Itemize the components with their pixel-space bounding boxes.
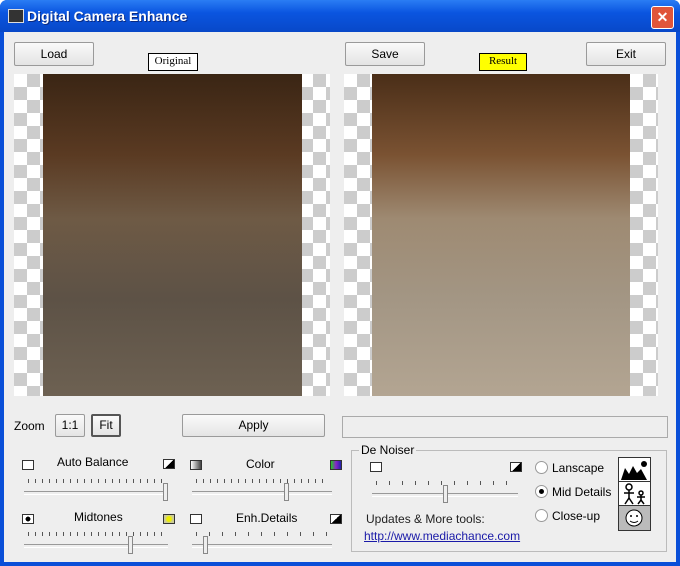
people-icon — [618, 481, 651, 507]
slider-track — [192, 544, 332, 548]
zoom-label: Zoom — [14, 419, 45, 433]
auto-balance-label: Auto Balance — [57, 455, 129, 469]
color-label: Color — [246, 457, 275, 471]
original-label: Original — [148, 53, 198, 71]
denoise-high-icon — [510, 462, 522, 472]
mid-details-radio[interactable] — [535, 485, 548, 498]
mediachance-link[interactable]: http://www.mediachance.com — [364, 529, 520, 543]
face-icon — [618, 505, 651, 531]
low-detail-icon — [190, 514, 202, 524]
original-image-panel — [14, 74, 330, 396]
midtones-slider[interactable] — [24, 530, 168, 554]
window-title: Digital Camera Enhance — [27, 8, 188, 24]
app-icon — [8, 9, 24, 23]
lanscape-label[interactable]: Lanscape — [552, 461, 604, 475]
result-label: Result — [479, 53, 527, 71]
low-contrast-icon — [22, 460, 34, 470]
dark-midtones-icon — [22, 514, 34, 524]
slider-track — [24, 544, 168, 548]
apply-button[interactable]: Apply — [182, 414, 325, 437]
denoiser-slider[interactable] — [372, 479, 518, 503]
zoom-fit-button[interactable]: Fit — [91, 414, 121, 437]
load-button[interactable]: Load — [14, 42, 94, 66]
client-area: Load Original Save Result Exit Zoom 1:1 … — [4, 32, 676, 562]
slider-ticks — [28, 532, 164, 536]
slider-thumb[interactable] — [202, 536, 208, 554]
mid-details-label[interactable]: Mid Details — [552, 485, 611, 499]
slider-thumb[interactable] — [442, 485, 448, 503]
color-slider[interactable] — [192, 477, 332, 501]
save-button[interactable]: Save — [345, 42, 425, 66]
exit-button[interactable]: Exit — [586, 42, 666, 66]
bright-midtones-icon — [163, 514, 175, 524]
title-bar: Digital Camera Enhance ✕ — [0, 0, 680, 32]
denoiser-title: De Noiser — [359, 443, 417, 457]
slider-thumb[interactable] — [128, 536, 134, 554]
app-window: Digital Camera Enhance ✕ Load Original S… — [0, 0, 680, 566]
result-image-panel — [344, 74, 658, 396]
close-up-label[interactable]: Close-up — [552, 509, 600, 523]
auto-balance-slider[interactable] — [24, 477, 168, 501]
lanscape-radio[interactable] — [535, 461, 548, 474]
close-button[interactable]: ✕ — [651, 6, 674, 29]
landscape-icon — [618, 457, 651, 483]
high-contrast-icon — [163, 459, 175, 469]
zoom-1to1-button[interactable]: 1:1 — [55, 414, 85, 437]
slider-track — [192, 491, 332, 495]
color-icon — [330, 460, 342, 470]
high-detail-icon — [330, 514, 342, 524]
grayscale-icon — [190, 460, 202, 470]
original-photo — [43, 74, 302, 396]
slider-thumb[interactable] — [283, 483, 289, 501]
midtones-label: Midtones — [74, 510, 123, 524]
enh-details-label: Enh.Details — [236, 511, 298, 525]
slider-ticks — [196, 479, 328, 483]
slider-thumb[interactable] — [163, 483, 168, 501]
enh-details-slider[interactable] — [192, 530, 332, 554]
slider-ticks — [196, 532, 328, 536]
slider-ticks — [28, 479, 164, 483]
progress-bar — [342, 416, 668, 438]
result-photo — [372, 74, 630, 396]
slider-track — [24, 491, 168, 495]
close-up-radio[interactable] — [535, 509, 548, 522]
denoise-low-icon — [370, 462, 382, 472]
updates-label: Updates & More tools: — [366, 512, 485, 526]
